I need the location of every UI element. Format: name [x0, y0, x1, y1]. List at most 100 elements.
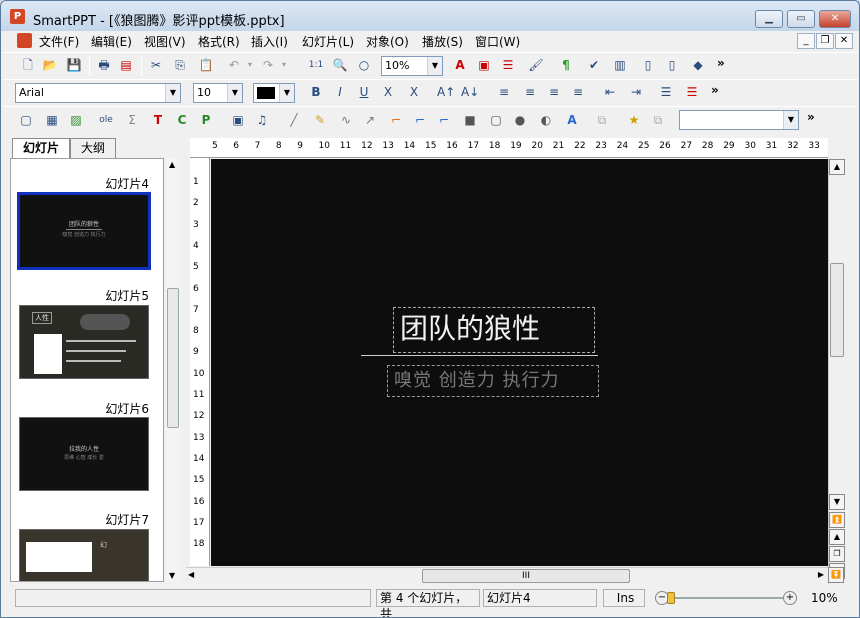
bullet-list-icon[interactable]: ☰	[657, 83, 675, 101]
ellipse-icon[interactable]: ●	[511, 111, 529, 129]
redo-dropdown-icon[interactable]: ▾	[275, 56, 293, 74]
shapes-icon[interactable]: ◐	[537, 111, 555, 129]
copy-icon[interactable]: ⎘	[171, 56, 189, 74]
pdf-icon[interactable]: ▤	[117, 56, 135, 74]
group-icon[interactable]: ⧉	[593, 111, 611, 129]
arrow-icon[interactable]: ↗	[361, 111, 379, 129]
justify-icon[interactable]: ≡	[569, 83, 587, 101]
save-icon[interactable]: 💾	[65, 56, 83, 74]
style-combo[interactable]: ▼	[679, 110, 799, 130]
canvas-vertical-scrollbar[interactable]: ▲ ▼ ⏫ ▲ ❐ ▼	[828, 159, 845, 584]
toolbar-more-button[interactable]: »	[711, 83, 719, 97]
toolbar-more-button[interactable]: »	[717, 56, 725, 70]
menu-play[interactable]: 播放(S)	[422, 33, 463, 50]
zoom-slider-thumb[interactable]	[667, 592, 675, 604]
menu-window[interactable]: 窗口(W)	[475, 33, 520, 50]
list-icon[interactable]: ☰	[499, 56, 517, 74]
select-frame-icon[interactable]: ▢	[17, 111, 35, 129]
equation-icon[interactable]: Σ	[123, 111, 141, 129]
numbered-list-icon[interactable]: ☰	[683, 83, 701, 101]
align-right-icon[interactable]: ≡	[545, 83, 563, 101]
scroll-down-icon[interactable]: ▼	[169, 571, 175, 580]
menu-object[interactable]: 对象(O)	[366, 33, 409, 50]
scroll-down-icon[interactable]: ▼	[829, 494, 845, 510]
text-box-icon[interactable]: ▣	[475, 56, 493, 74]
font-combo[interactable]: Arial ▼	[15, 83, 181, 103]
curved-connector-icon[interactable]: ⌐	[435, 111, 453, 129]
decrease-indent-icon[interactable]: ⇤	[601, 83, 619, 101]
toolbar-more-button[interactable]: »	[807, 110, 815, 124]
previous-slide-icon[interactable]: ▲	[829, 529, 845, 545]
slide-thumbnail-5[interactable]: 人性	[19, 305, 149, 379]
scrollbar-thumb[interactable]	[830, 263, 844, 357]
scroll-up-icon[interactable]: ▲	[829, 159, 845, 175]
first-slide-icon[interactable]: ⏫	[829, 512, 845, 528]
slide-title[interactable]: 团队的狼性	[393, 307, 595, 353]
document-icon[interactable]	[17, 33, 32, 48]
mdi-restore-button[interactable]: ❐	[816, 33, 834, 49]
italic-icon[interactable]: I	[331, 83, 349, 101]
zoom-icon[interactable]: ○	[355, 56, 373, 74]
menu-format[interactable]: 格式(R)	[198, 33, 240, 50]
scroll-up-icon[interactable]: ▲	[169, 160, 175, 169]
menu-file[interactable]: 文件(F)	[39, 33, 79, 50]
sound-icon[interactable]: ♫	[253, 111, 271, 129]
font-color-icon[interactable]: A	[451, 56, 469, 74]
scroll-left-icon[interactable]: ◀	[188, 570, 194, 579]
align-center-icon[interactable]: ≡	[521, 83, 539, 101]
underline-icon[interactable]: U	[355, 83, 373, 101]
zoom-slider[interactable]	[671, 597, 783, 599]
open-icon[interactable]: 📂	[41, 56, 59, 74]
font-size-combo[interactable]: 10 ▼	[193, 83, 243, 103]
align-left-icon[interactable]: ≡	[495, 83, 513, 101]
canvas-horizontal-scrollbar[interactable]: ◀ III ▶	[186, 567, 828, 584]
new-icon[interactable]: 🗋	[19, 56, 37, 74]
rounded-rectangle-icon[interactable]: ▢	[487, 111, 505, 129]
zoom-in-icon[interactable]: +	[783, 591, 797, 605]
bold-icon[interactable]: B	[307, 83, 325, 101]
star-icon[interactable]: ★	[625, 111, 643, 129]
close-button[interactable]: ✕	[819, 10, 851, 28]
menu-view[interactable]: 视图(V)	[144, 33, 186, 50]
chevron-down-icon[interactable]: ▼	[279, 84, 294, 102]
maximize-button[interactable]: ▭	[787, 10, 815, 28]
ole-icon[interactable]: ole	[97, 111, 115, 129]
chevron-down-icon[interactable]: ▼	[227, 84, 242, 102]
menu-slide[interactable]: 幻灯片(L)	[302, 33, 354, 50]
text-frame-icon[interactable]: T	[149, 111, 167, 129]
chevron-down-icon[interactable]: ▼	[783, 111, 798, 129]
chevron-down-icon[interactable]: ▼	[427, 57, 442, 75]
slide-thumbnail-4[interactable]: 团队的狼性 嗅觉 创造力 执行力	[17, 192, 151, 270]
chart-frame-icon[interactable]: C	[173, 111, 191, 129]
spell-check-icon[interactable]: ✔	[585, 56, 603, 74]
panel-splitter[interactable]	[180, 138, 188, 584]
curve-icon[interactable]: ∿	[337, 111, 355, 129]
slide-layout-icon[interactable]: ❐	[829, 546, 845, 562]
zoom-combo[interactable]: 10% ▼	[381, 56, 443, 76]
cut-icon[interactable]: ✂	[147, 56, 165, 74]
minimize-button[interactable]: ▁	[755, 10, 783, 28]
slide-thumbnail-6[interactable]: 拉我的人性 思维 心智 成长 爱	[19, 417, 149, 491]
decrease-font-icon[interactable]: A↓	[461, 83, 479, 101]
double-strikethrough-icon[interactable]: X	[405, 83, 423, 101]
menu-insert[interactable]: 插入(I)	[251, 33, 288, 50]
wordart-icon[interactable]: A	[563, 111, 581, 129]
slide-subtitle[interactable]: 嗅觉 创造力 执行力	[387, 365, 599, 397]
color-combo[interactable]: ▼	[253, 83, 295, 103]
elbow-connector-icon[interactable]: ⌐	[411, 111, 429, 129]
tab-outline[interactable]: 大纲	[70, 138, 116, 158]
last-slide-icon[interactable]: ⏬	[828, 567, 844, 583]
undo-dropdown-icon[interactable]: ▾	[241, 56, 259, 74]
zoom-page-icon[interactable]: 🔍	[331, 56, 349, 74]
slides-scrollbar[interactable]: ▲ ▼	[166, 158, 180, 582]
picture-frame-icon[interactable]: P	[197, 111, 215, 129]
mdi-minimize-button[interactable]: _	[797, 33, 815, 49]
chart-icon[interactable]: ▥	[611, 56, 629, 74]
print-icon[interactable]: 🖶	[95, 56, 113, 74]
paste-icon[interactable]: 📋	[197, 56, 215, 74]
chevron-down-icon[interactable]: ▼	[165, 84, 180, 102]
actual-size-icon[interactable]: 1:1	[307, 56, 325, 74]
increase-indent-icon[interactable]: ⇥	[627, 83, 645, 101]
rectangle-icon[interactable]: ■	[461, 111, 479, 129]
increase-font-icon[interactable]: A↑	[437, 83, 455, 101]
